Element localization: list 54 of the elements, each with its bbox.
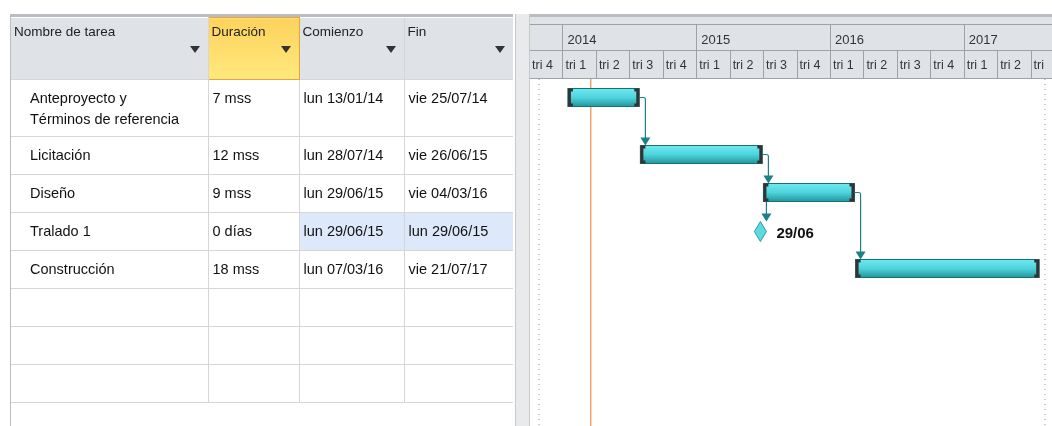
- milestone-date-label: 29/06: [776, 223, 814, 241]
- quarter-label: tri 4: [532, 57, 553, 74]
- quarter-label: tri 2: [598, 57, 620, 74]
- column-header[interactable]: Comienzo: [299, 17, 404, 80]
- year-label: 2015: [701, 31, 731, 49]
- table-cell: 9 mss: [208, 174, 299, 213]
- quarter-label: tri 2: [732, 57, 754, 74]
- column-header[interactable]: Fin: [404, 17, 513, 80]
- link-arrow: [761, 153, 774, 184]
- column-header[interactable]: Nombre de tarea: [11, 17, 208, 80]
- year-label: 2014: [567, 31, 597, 49]
- table-cell-text: Licitación: [30, 146, 91, 165]
- quarter-label: tri 2: [1000, 57, 1021, 74]
- table-cell: lun 29/06/15: [299, 174, 404, 213]
- dropdown-arrow-icon[interactable]: [385, 45, 396, 53]
- quarter-label: tri 4: [665, 57, 687, 74]
- dropdown-arrow-icon[interactable]: [189, 45, 200, 53]
- link-arrow: [638, 96, 651, 146]
- quarter-label: tri 1: [565, 57, 587, 74]
- dropdown-arrow-icon[interactable]: [494, 45, 505, 53]
- table-cell: lun 07/03/16: [299, 250, 404, 289]
- table-cell: vie 21/07/17: [404, 250, 513, 289]
- column-header[interactable]: Duración: [208, 17, 299, 80]
- table-cell: lun 13/01/14: [299, 79, 404, 137]
- link-arrow: [853, 191, 866, 260]
- quarter-label: tri: [1033, 57, 1044, 74]
- quarter-label: tri 4: [799, 57, 821, 74]
- year-label: 2017: [968, 31, 998, 49]
- table-cell: 12 mss: [208, 136, 299, 175]
- quarter-label: tri 3: [766, 57, 787, 74]
- dropdown-arrow-icon[interactable]: [280, 46, 291, 53]
- table-cell-text: Diseño: [30, 184, 76, 203]
- quarter-label: tri 4: [933, 57, 955, 74]
- quarter-label: tri 1: [832, 57, 854, 74]
- table-cell: 7 mss: [208, 79, 299, 137]
- year-label: 2016: [835, 31, 864, 49]
- table-cell: lun 29/06/15: [299, 212, 404, 251]
- quarter-label: tri 2: [866, 57, 888, 74]
- quarter-label: tri 1: [699, 57, 721, 74]
- link-arrow: [761, 200, 772, 222]
- table-cell: vie 26/06/15: [404, 136, 513, 175]
- quarter-label: tri 1: [966, 57, 988, 74]
- table-cell-text: Construcción: [30, 260, 115, 279]
- table-cell: 18 mss: [208, 250, 299, 289]
- quarter-label: tri 3: [899, 57, 921, 74]
- milestone-diamond: [753, 221, 767, 242]
- table-cell: vie 25/07/14: [404, 79, 513, 137]
- table-cell: vie 04/03/16: [404, 174, 513, 213]
- table-cell: lun 28/07/14: [299, 136, 404, 175]
- table-cell: lun 29/06/15: [404, 212, 513, 251]
- table-cell-text: Anteproyecto y Términos de referencia: [30, 89, 180, 129]
- table-cell: 0 días: [208, 212, 299, 251]
- table-cell-text: Tralado 1: [30, 222, 91, 241]
- quarter-label: tri 3: [632, 57, 654, 74]
